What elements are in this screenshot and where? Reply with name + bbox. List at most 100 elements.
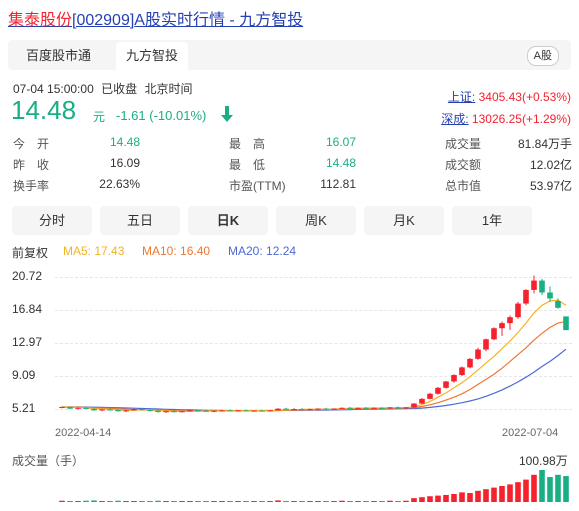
candle-body [83, 407, 89, 409]
candle-body [195, 410, 201, 412]
candle-body [443, 381, 449, 388]
volume-bar [411, 498, 417, 502]
volume-bar [227, 501, 233, 503]
candle-body [251, 410, 257, 412]
volume-bar [355, 501, 361, 503]
candle-body [235, 410, 241, 412]
volume-bar [379, 501, 385, 503]
volume-bar [523, 479, 529, 502]
volume-bar [563, 476, 569, 502]
candle-body [171, 411, 177, 413]
volume-bar [291, 501, 297, 503]
volume-bar [515, 482, 521, 502]
candle-body [163, 411, 169, 413]
volume-bar [195, 501, 201, 503]
volume-bar [139, 501, 145, 503]
candle-body [139, 409, 145, 411]
volume-bar [547, 477, 553, 502]
volume-bar [179, 501, 185, 503]
volume-bar [275, 500, 281, 502]
volume-bar [299, 501, 305, 503]
candle-body [187, 410, 193, 412]
volume-bar [99, 501, 105, 503]
candle-body [75, 407, 81, 409]
candle-body [379, 407, 385, 409]
candle-body [147, 409, 153, 411]
volume-bar [59, 500, 65, 502]
candle-body [555, 301, 561, 308]
candle-body [371, 407, 377, 409]
volume-bar [123, 501, 129, 503]
volume-bar [107, 501, 113, 503]
volume-bar [459, 492, 465, 502]
volume-bar [147, 501, 153, 503]
candle-body [115, 409, 121, 412]
candle-body [323, 408, 329, 410]
volume-label: 成交量（手） [12, 454, 85, 468]
candle-body [531, 280, 537, 290]
volume-bar [315, 501, 321, 503]
volume-bar [91, 500, 97, 502]
volume-bar [323, 501, 329, 503]
candle-body [275, 408, 281, 411]
volume-bar [187, 501, 193, 503]
volume-bar [531, 474, 537, 502]
volume-bar [203, 501, 209, 503]
candle-body [507, 317, 513, 324]
volume-bar [371, 501, 377, 503]
volume-bar [347, 501, 353, 503]
candle-body [211, 410, 217, 412]
candle-body [315, 408, 321, 410]
volume-bar [387, 500, 393, 502]
candle-body [491, 328, 497, 340]
candle-body [563, 316, 569, 331]
candle-body [299, 409, 305, 411]
volume-bar [131, 501, 137, 503]
candle-body [451, 375, 457, 382]
candle-body [435, 387, 441, 394]
volume-bar [435, 495, 441, 502]
candle-body [339, 407, 345, 409]
candle-body [307, 409, 313, 411]
volume-bar [219, 501, 225, 503]
candle-body [219, 410, 225, 412]
volume-bar [475, 490, 481, 502]
volume-bar [243, 501, 249, 503]
candle-body [59, 406, 65, 408]
candle-body [363, 407, 369, 409]
candle-body [403, 407, 409, 409]
candle-body [419, 398, 425, 404]
volume-max-label: 100.98万 [519, 454, 568, 468]
volume-bar [403, 500, 409, 502]
volume-bar [259, 501, 265, 503]
volume-bar [507, 484, 513, 502]
volume-bar [427, 496, 433, 502]
candle-body [267, 410, 273, 412]
candle-body [467, 358, 473, 368]
ma10-line [62, 320, 567, 412]
volume-bar [331, 501, 337, 503]
candle-body [395, 407, 401, 409]
candle-body [523, 289, 529, 304]
candle-body [99, 409, 105, 411]
candle-body [387, 407, 393, 409]
candle-body [227, 410, 233, 412]
volume-bar [467, 493, 473, 502]
volume-bar [491, 487, 497, 502]
candle-body [539, 280, 545, 293]
volume-bar [115, 500, 121, 502]
candle-body [427, 393, 433, 399]
volume-bar [443, 494, 449, 502]
ma20-line [62, 348, 567, 412]
candle-body [107, 409, 113, 411]
candle-body [547, 292, 553, 299]
volume-bar [155, 500, 161, 502]
volume-bar [339, 500, 345, 502]
candle-body [155, 410, 161, 413]
volume-bar [483, 489, 489, 502]
volume-bar [75, 501, 81, 503]
volume-bar [555, 474, 561, 502]
candle-body [515, 303, 521, 318]
volume-bar [211, 501, 217, 503]
candle-body [123, 410, 129, 412]
